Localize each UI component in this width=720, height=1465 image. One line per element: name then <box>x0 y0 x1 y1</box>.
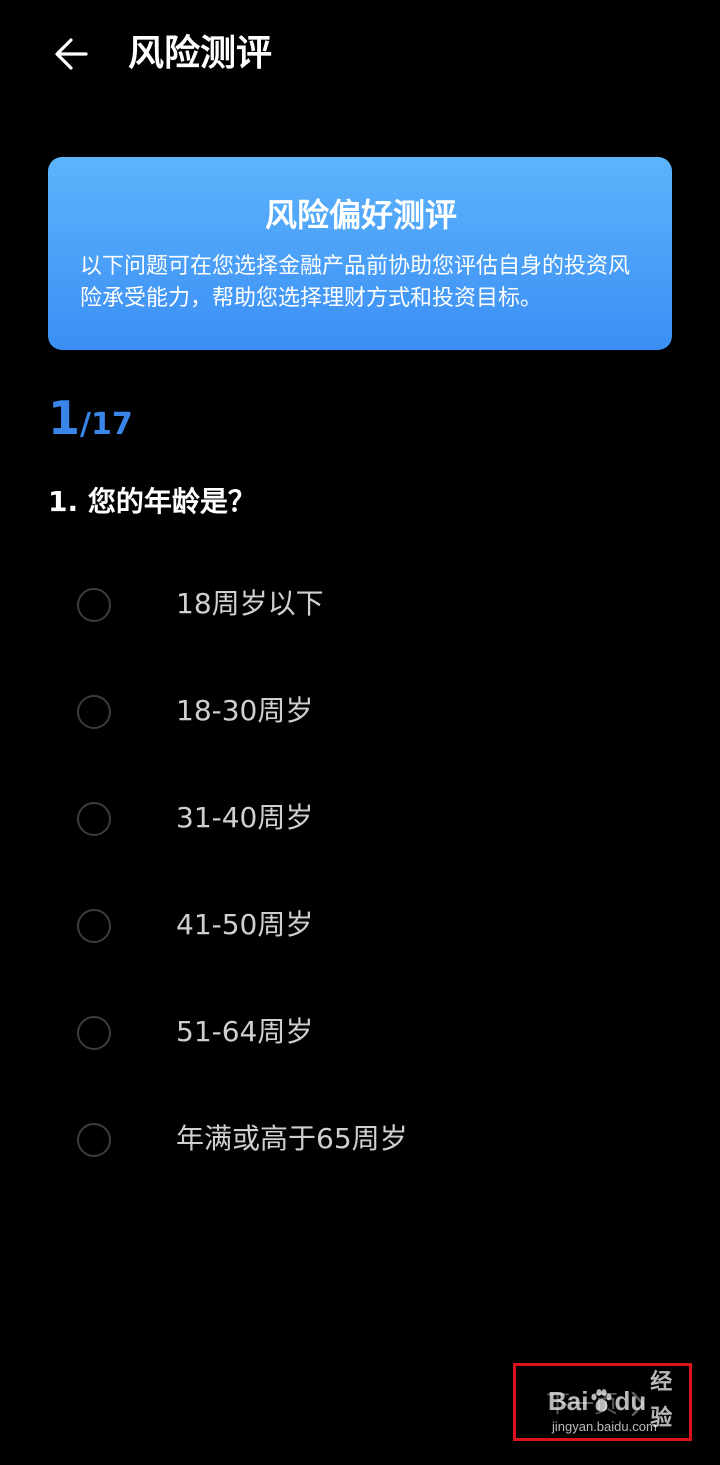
radio-button[interactable] <box>77 1016 111 1050</box>
back-button[interactable] <box>48 30 96 78</box>
chevron-right-icon <box>628 1389 648 1419</box>
page-title: 风险测评 <box>128 33 273 74</box>
option-18-30[interactable]: 18-30周岁 <box>0 661 720 768</box>
option-label: 41-50周岁 <box>176 908 314 941</box>
radio-button[interactable] <box>77 909 111 943</box>
question-progress: 1/17 <box>48 390 133 450</box>
radio-button[interactable] <box>77 802 111 836</box>
radio-button[interactable] <box>77 695 111 729</box>
option-31-40[interactable]: 31-40周岁 <box>0 768 720 875</box>
option-label: 年满或高于65周岁 <box>176 1122 408 1155</box>
question-text: 1. 您的年龄是？ <box>48 485 256 518</box>
next-page-button[interactable]: 下一页 <box>546 1384 648 1424</box>
answer-options: 18周岁以下 18-30周岁 31-40周岁 41-50周岁 51-64周岁 年… <box>0 554 720 1196</box>
app-header: 风险测评 <box>0 0 720 110</box>
next-page-label: 下一页 <box>546 1390 618 1418</box>
option-label: 31-40周岁 <box>176 801 314 834</box>
arrow-left-icon <box>55 38 88 70</box>
progress-current: 1 <box>48 391 81 445</box>
banner-description: 以下问题可在您选择金融产品前协助您评估自身的投资风险承受能力，帮助您选择理财方式… <box>80 254 631 311</box>
option-65-plus[interactable]: 年满或高于65周岁 <box>0 1089 720 1196</box>
radio-button[interactable] <box>77 1123 111 1157</box>
option-label: 18-30周岁 <box>176 694 314 727</box>
progress-total: /17 <box>80 407 133 442</box>
option-41-50[interactable]: 41-50周岁 <box>0 875 720 982</box>
watermark-brand: 经验 <box>650 1370 673 1431</box>
option-label: 18周岁以下 <box>176 587 324 620</box>
option-51-64[interactable]: 51-64周岁 <box>0 982 720 1089</box>
radio-button[interactable] <box>77 588 111 622</box>
intro-banner: 风险偏好测评 以下问题可在您选择金融产品前协助您评估自身的投资风险承受能力，帮助… <box>48 157 672 350</box>
option-label: 51-64周岁 <box>176 1015 314 1048</box>
banner-title: 风险偏好测评 <box>264 196 457 234</box>
option-under-18[interactable]: 18周岁以下 <box>0 554 720 661</box>
